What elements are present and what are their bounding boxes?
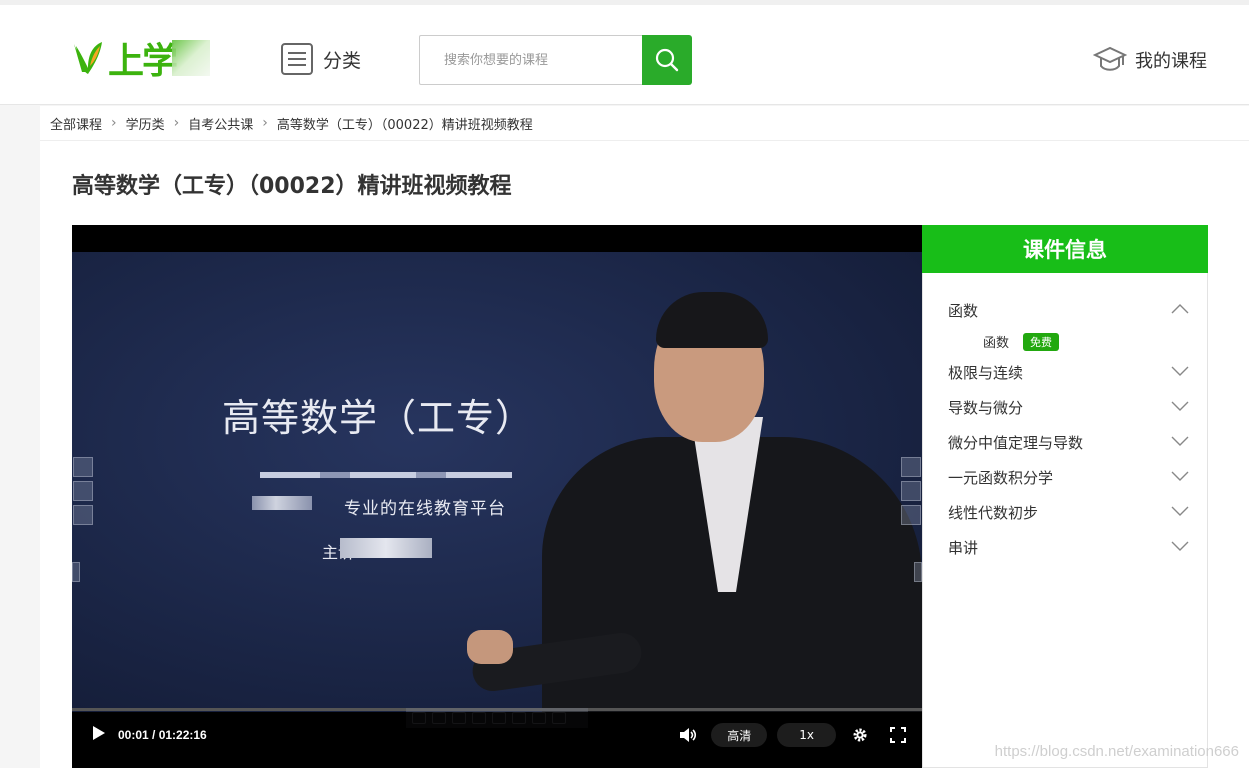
chapter-label: 导数与微分 bbox=[948, 399, 1024, 417]
chapter-label: 函数 bbox=[948, 302, 979, 320]
breadcrumb-current[interactable]: 高等数学（工专）（00022）精讲班视频教程 bbox=[277, 114, 533, 133]
search-bar bbox=[419, 35, 692, 85]
list-icon bbox=[281, 43, 313, 75]
right-side-tab[interactable] bbox=[901, 457, 921, 477]
chapter-item[interactable]: 导数与微分 bbox=[923, 390, 1207, 425]
fullscreen-icon bbox=[890, 727, 906, 743]
chevron-up-icon bbox=[1171, 304, 1189, 314]
volume-icon bbox=[680, 728, 697, 742]
logo-blurred-part bbox=[172, 40, 211, 76]
category-menu[interactable]: 分类 bbox=[281, 43, 361, 75]
logo-text: 上学 bbox=[108, 41, 178, 82]
volume-button[interactable] bbox=[679, 727, 697, 743]
quality-selector[interactable]: 高清 bbox=[711, 723, 768, 747]
chevron-down-icon bbox=[1171, 541, 1189, 551]
right-expand-handle[interactable] bbox=[914, 562, 922, 582]
chevron-down-icon bbox=[1171, 436, 1189, 446]
play-button[interactable] bbox=[92, 725, 106, 745]
my-courses-label: 我的课程 bbox=[1135, 51, 1207, 72]
settings-button[interactable] bbox=[852, 727, 868, 743]
search-icon bbox=[655, 48, 679, 72]
chapter-item[interactable]: 极限与连续 bbox=[923, 355, 1207, 390]
chevron-right-icon: › bbox=[173, 115, 180, 131]
player-controls: 00:01 / 01:22:16 高清 1x bbox=[72, 712, 922, 758]
gear-icon bbox=[853, 728, 867, 742]
breadcrumb-public-courses[interactable]: 自考公共课 bbox=[188, 114, 253, 133]
graduation-cap-icon bbox=[1093, 46, 1127, 71]
slide-subtitle: 专业的在线教育平台 bbox=[344, 499, 506, 519]
right-side-tab[interactable] bbox=[901, 481, 921, 501]
chapter-item[interactable]: 微分中值定理与导数 bbox=[923, 425, 1207, 460]
course-info-title: 课件信息 bbox=[922, 225, 1208, 273]
lesson-item[interactable]: 函数 免费 bbox=[923, 328, 1207, 355]
fullscreen-button[interactable] bbox=[890, 727, 906, 743]
course-info-panel: 课件信息 函数 函数 免费 极限与连续 导数与微分 微分中值定理与导数 一元函数… bbox=[922, 225, 1208, 768]
chapter-item[interactable]: 串讲 bbox=[923, 530, 1207, 565]
leaf-logo-icon bbox=[70, 38, 106, 78]
left-side-tab[interactable] bbox=[73, 505, 93, 525]
category-label: 分类 bbox=[323, 49, 362, 72]
site-header: 上学 分类 我的课程 bbox=[0, 0, 1249, 105]
blurred-logo bbox=[252, 496, 312, 510]
slide-title: 高等数学（工专） bbox=[222, 396, 535, 440]
chapter-label: 串讲 bbox=[948, 539, 979, 557]
play-icon bbox=[93, 726, 105, 740]
chapter-item[interactable]: 线性代数初步 bbox=[923, 495, 1207, 530]
watermark-text: https://blog.csdn.net/examination666 bbox=[994, 743, 1239, 760]
my-courses-link[interactable]: 我的课程 bbox=[1093, 45, 1207, 75]
chevron-down-icon bbox=[1171, 506, 1189, 516]
lesson-label: 函数 bbox=[983, 336, 1010, 351]
chapter-label: 一元函数积分学 bbox=[948, 469, 1054, 487]
chevron-down-icon bbox=[1171, 471, 1189, 481]
search-button[interactable] bbox=[642, 35, 692, 85]
free-badge: 免费 bbox=[1023, 332, 1060, 351]
chapter-label: 极限与连续 bbox=[948, 364, 1024, 382]
chapter-item[interactable]: 一元函数积分学 bbox=[923, 460, 1207, 495]
breadcrumb: 全部课程 › 学历类 › 自考公共课 › 高等数学（工专）（00022）精讲班视… bbox=[40, 106, 1249, 141]
chevron-down-icon bbox=[1171, 401, 1189, 411]
blurred-name bbox=[340, 538, 432, 558]
time-display: 00:01 / 01:22:16 bbox=[118, 728, 207, 742]
lecturer-hair bbox=[656, 292, 768, 348]
chevron-right-icon: › bbox=[262, 115, 268, 131]
left-side-tab[interactable] bbox=[73, 457, 93, 477]
right-side-tab[interactable] bbox=[901, 505, 921, 525]
chapter-item[interactable]: 函数 bbox=[923, 293, 1207, 328]
search-input[interactable] bbox=[419, 35, 642, 85]
chapter-label: 线性代数初步 bbox=[948, 504, 1039, 522]
left-expand-handle[interactable] bbox=[72, 562, 80, 582]
breadcrumb-all-courses[interactable]: 全部课程 bbox=[50, 114, 102, 133]
left-side-tab[interactable] bbox=[73, 481, 93, 501]
site-logo[interactable]: 上学 bbox=[70, 35, 211, 82]
main-content: 全部课程 › 学历类 › 自考公共课 › 高等数学（工专）（00022）精讲班视… bbox=[40, 106, 1249, 768]
page-title: 高等数学（工专）（00022）精讲班视频教程 bbox=[72, 174, 512, 199]
slide-divider bbox=[260, 472, 512, 478]
chevron-down-icon bbox=[1171, 366, 1189, 376]
chevron-right-icon: › bbox=[111, 115, 117, 131]
chapter-label: 微分中值定理与导数 bbox=[948, 434, 1084, 452]
lecturer-hand bbox=[467, 630, 513, 664]
video-frame[interactable]: 高等数学（工专） 专业的在线教育平台 主讲 bbox=[72, 252, 922, 712]
video-player[interactable]: 高等数学（工专） 专业的在线教育平台 主讲 00:01 / 01:22:16 高… bbox=[72, 225, 922, 768]
breadcrumb-degree[interactable]: 学历类 bbox=[126, 114, 165, 133]
speed-selector[interactable]: 1x bbox=[777, 723, 836, 747]
